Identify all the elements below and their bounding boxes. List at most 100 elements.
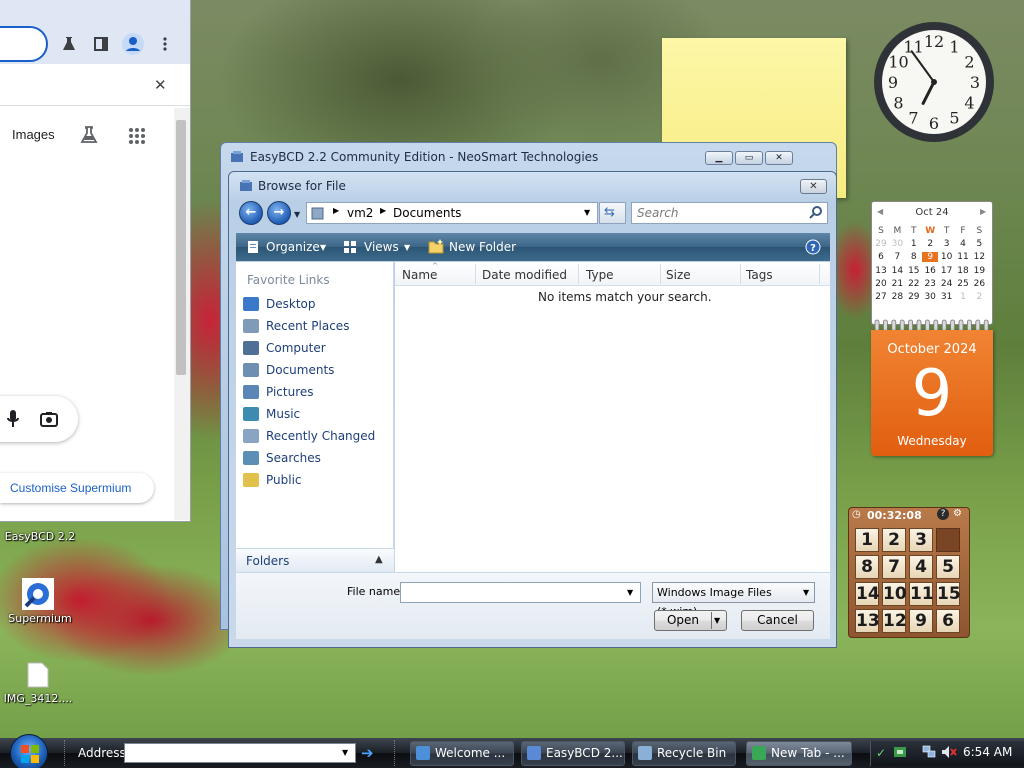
omnibox[interactable] xyxy=(0,26,48,62)
calendar-day-cell[interactable]: 5 xyxy=(971,239,987,249)
puzzle-options-icon[interactable]: ⚙ xyxy=(953,508,962,519)
new-folder-button[interactable]: New Folder xyxy=(449,240,516,254)
calendar-day-cell[interactable]: 29 xyxy=(906,292,922,302)
folders-toggle[interactable]: Folders ▲ xyxy=(236,548,394,572)
calendar-day-cell[interactable]: 25 xyxy=(955,279,971,289)
favorite-link-recently-changed[interactable]: Recently Changed xyxy=(243,426,375,446)
taskbar-button-1[interactable]: Welcome ... xyxy=(410,741,514,766)
puzzle-tile[interactable]: 3 xyxy=(909,528,933,552)
calendar-day-cell[interactable]: 1 xyxy=(955,292,971,302)
favorite-link-computer[interactable]: Computer xyxy=(243,338,326,358)
address-dropdown-icon[interactable]: ▼ xyxy=(584,208,590,217)
images-link[interactable]: Images xyxy=(12,127,55,142)
favorite-link-desktop[interactable]: Desktop xyxy=(243,294,316,314)
puzzle-tile[interactable]: 15 xyxy=(936,582,961,606)
dialog-close-button[interactable]: ✕ xyxy=(800,179,827,194)
puzzle-tile[interactable]: 2 xyxy=(882,528,906,552)
column-size[interactable]: Size xyxy=(666,268,691,282)
calendar-day-cell[interactable]: 12 xyxy=(971,252,987,262)
calendar-day-cell[interactable]: 1 xyxy=(906,239,922,249)
volume-muted-icon[interactable] xyxy=(941,745,957,759)
customise-button[interactable]: Customise Supermium xyxy=(0,473,154,503)
calendar-day-cell[interactable]: 13 xyxy=(873,266,889,276)
calendar-day-cell[interactable]: 29 xyxy=(873,239,889,249)
calendar-gadget[interactable] xyxy=(871,201,993,325)
maximize-button[interactable]: ▭ xyxy=(735,151,763,165)
calendar-day-cell[interactable]: 19 xyxy=(971,266,987,276)
calendar-day-cell[interactable]: 21 xyxy=(889,279,905,289)
puzzle-tile[interactable]: 14 xyxy=(855,582,880,606)
start-button[interactable] xyxy=(10,734,48,768)
favorite-link-recent-places[interactable]: Recent Places xyxy=(243,316,349,336)
calendar-day-cell[interactable]: 23 xyxy=(922,279,938,289)
puzzle-empty-slot[interactable] xyxy=(936,528,960,552)
puzzle-tile[interactable]: 6 xyxy=(936,609,960,633)
side-panel-icon[interactable] xyxy=(94,37,108,51)
back-button[interactable]: ← xyxy=(239,201,263,225)
taskbar-button-3[interactable]: Recycle Bin xyxy=(632,741,736,766)
calendar-day-cell[interactable]: 7 xyxy=(889,252,905,262)
search-input[interactable]: Search xyxy=(631,202,828,224)
cancel-button[interactable]: Cancel xyxy=(741,610,814,631)
puzzle-tile[interactable]: 11 xyxy=(909,582,934,606)
calendar-day-cell[interactable]: 3 xyxy=(939,239,955,249)
calendar-day-cell[interactable]: 26 xyxy=(971,279,987,289)
column-separator[interactable] xyxy=(740,264,741,284)
puzzle-tile[interactable]: 9 xyxy=(909,609,933,633)
taskbar-button-2[interactable]: EasyBCD 2.... xyxy=(521,741,625,766)
favorite-link-searches[interactable]: Searches xyxy=(243,448,321,468)
file-name-input[interactable] xyxy=(400,582,641,603)
calendar-day-cell[interactable]: 27 xyxy=(873,292,889,302)
calendar-day-cell[interactable]: 24 xyxy=(939,279,955,289)
open-button[interactable]: Open ▼ xyxy=(654,610,727,631)
calendar-day-cell[interactable]: 31 xyxy=(939,292,955,302)
views-button[interactable]: Views xyxy=(364,240,399,254)
breadcrumb-vm2[interactable]: vm2 xyxy=(347,206,373,220)
system-clock[interactable]: 6:54 AM xyxy=(963,745,1012,759)
toolbar-grip[interactable] xyxy=(64,740,67,766)
puzzle-tile[interactable]: 5 xyxy=(936,555,960,579)
profile-avatar-icon[interactable] xyxy=(122,33,144,55)
camera-search-icon[interactable] xyxy=(40,411,58,427)
column-separator[interactable] xyxy=(660,264,661,284)
puzzle-tile[interactable]: 7 xyxy=(882,555,906,579)
file-type-select[interactable]: Windows Image Files (*.wim) ▼ xyxy=(652,582,815,618)
close-button[interactable]: ✕ xyxy=(765,151,793,165)
puzzle-tile[interactable]: 4 xyxy=(909,555,933,579)
calendar-day-cell[interactable]: 30 xyxy=(889,239,905,249)
tray-app-icon[interactable] xyxy=(893,745,907,759)
column-type[interactable]: Type xyxy=(586,268,614,282)
calendar-day-cell[interactable]: 30 xyxy=(922,292,938,302)
column-tags[interactable]: Tags xyxy=(746,268,773,282)
organize-button[interactable]: Organize xyxy=(266,240,320,254)
calendar-day-cell[interactable]: 20 xyxy=(873,279,889,289)
calendar-day-cell[interactable]: 8 xyxy=(906,252,922,262)
refresh-button[interactable]: ⇆ xyxy=(599,202,626,224)
scrollbar-thumb[interactable] xyxy=(176,120,186,375)
puzzle-tile[interactable]: 10 xyxy=(882,582,907,606)
labs-icon[interactable] xyxy=(79,125,99,145)
calendar-day-cell[interactable]: 17 xyxy=(939,266,955,276)
go-arrow-icon[interactable]: ➔ xyxy=(361,744,374,762)
toolbar-grip[interactable] xyxy=(394,740,397,766)
calendar-day-cell[interactable]: 14 xyxy=(889,266,905,276)
favorite-link-public[interactable]: Public xyxy=(243,470,302,490)
calendar-day-cell[interactable]: 4 xyxy=(955,239,971,249)
column-separator[interactable] xyxy=(475,264,476,284)
calendar-day-cell[interactable]: 2 xyxy=(922,239,938,249)
apps-grid-icon[interactable] xyxy=(128,127,146,145)
column-separator[interactable] xyxy=(819,264,820,284)
column-name[interactable]: Name xyxy=(402,268,437,282)
taskbar-button-4[interactable]: New Tab - ... xyxy=(746,741,852,766)
favorite-link-documents[interactable]: Documents xyxy=(243,360,334,380)
favorite-link-music[interactable]: Music xyxy=(243,404,300,424)
calendar-day-cell[interactable]: 2 xyxy=(971,292,987,302)
column-separator[interactable] xyxy=(578,264,579,284)
browser-menu-icon[interactable] xyxy=(162,36,168,52)
puzzle-tile[interactable]: 13 xyxy=(855,609,880,633)
close-icon[interactable]: ✕ xyxy=(154,76,167,94)
calendar-day-cell[interactable]: 10 xyxy=(939,252,955,262)
column-date-modified[interactable]: Date modified xyxy=(482,268,567,282)
calendar-day-cell[interactable]: 28 xyxy=(889,292,905,302)
labs-flask-icon[interactable] xyxy=(61,36,77,52)
